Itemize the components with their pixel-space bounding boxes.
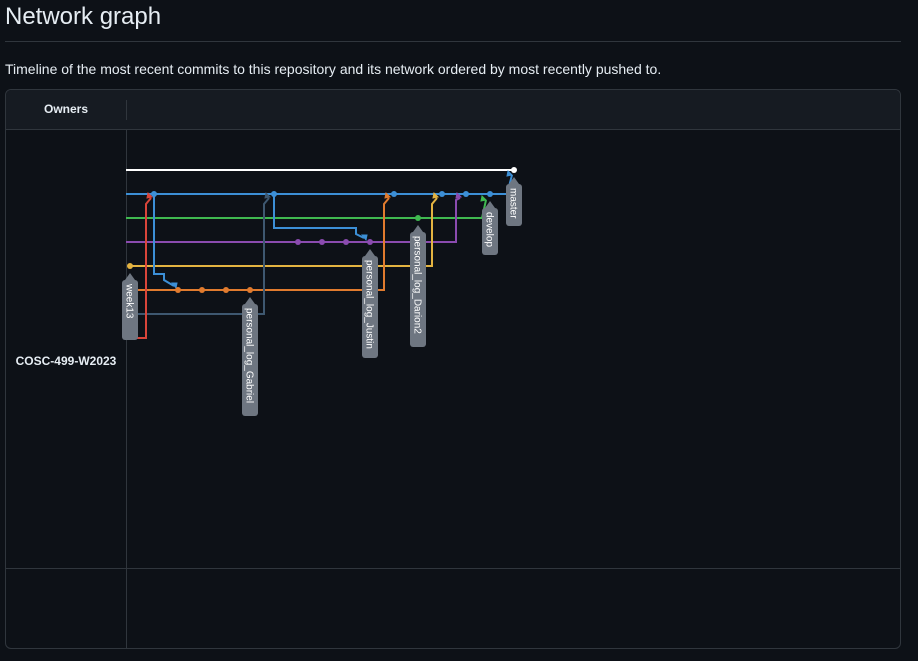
- branch-lines: [126, 169, 514, 339]
- develop-commit[interactable]: [271, 191, 277, 197]
- week13-commit[interactable]: [127, 263, 133, 269]
- gabriel-commit[interactable]: [223, 287, 229, 293]
- branch-labels: masterdeveloppersonal_log_Darion2persona…: [122, 177, 522, 416]
- develop-merge-arrow: [506, 169, 514, 177]
- branch-label-personal-log-justin[interactable]: personal_log_Justin: [362, 249, 378, 358]
- svg-text:week13: week13: [124, 283, 135, 319]
- develop-commit[interactable]: [463, 191, 469, 197]
- gabriel-commit[interactable]: [247, 287, 253, 293]
- gabriel-commit[interactable]: [199, 287, 205, 293]
- purple-branch-line: [126, 197, 461, 243]
- yellow-branch-line: [130, 197, 438, 267]
- svg-text:personal_log_Justin: personal_log_Justin: [364, 260, 375, 349]
- blue-fork-to-orange: [153, 194, 175, 287]
- develop-line: [126, 174, 513, 195]
- develop-commit[interactable]: [439, 191, 445, 197]
- develop-commit[interactable]: [487, 191, 493, 197]
- develop-commit[interactable]: [151, 191, 157, 197]
- svg-text:develop: develop: [484, 212, 495, 247]
- branch-label-week13[interactable]: week13: [122, 273, 138, 340]
- svg-text:master: master: [508, 188, 519, 219]
- branch-label-personal-log-darion2[interactable]: personal_log_Darion2: [410, 225, 426, 347]
- green-merge-arrow: [480, 194, 488, 202]
- svg-text:personal_log_Darion2: personal_log_Darion2: [412, 236, 423, 334]
- justin-commit[interactable]: [343, 239, 349, 245]
- branch-label-master[interactable]: master: [506, 177, 522, 226]
- justin-commit[interactable]: [319, 239, 325, 245]
- commit-dots: [127, 167, 517, 293]
- darion-commit[interactable]: [415, 215, 421, 221]
- network-graph-canvas[interactable]: masterdeveloppersonal_log_Darion2persona…: [0, 0, 918, 661]
- slate-branch-line: [132, 197, 270, 315]
- branch-label-develop[interactable]: develop: [482, 201, 498, 255]
- develop-commit[interactable]: [391, 191, 397, 197]
- justin-commit[interactable]: [295, 239, 301, 245]
- blue-fork-to-purple: [273, 194, 365, 239]
- svg-text:personal_log_Gabriel: personal_log_Gabriel: [244, 308, 255, 403]
- orange-branch-line: [132, 197, 390, 291]
- justin-commit[interactable]: [367, 239, 373, 245]
- gabriel-commit[interactable]: [175, 287, 181, 293]
- master-head-commit[interactable]: [511, 167, 517, 173]
- branch-label-personal-log-gabriel[interactable]: personal_log_Gabriel: [242, 297, 258, 416]
